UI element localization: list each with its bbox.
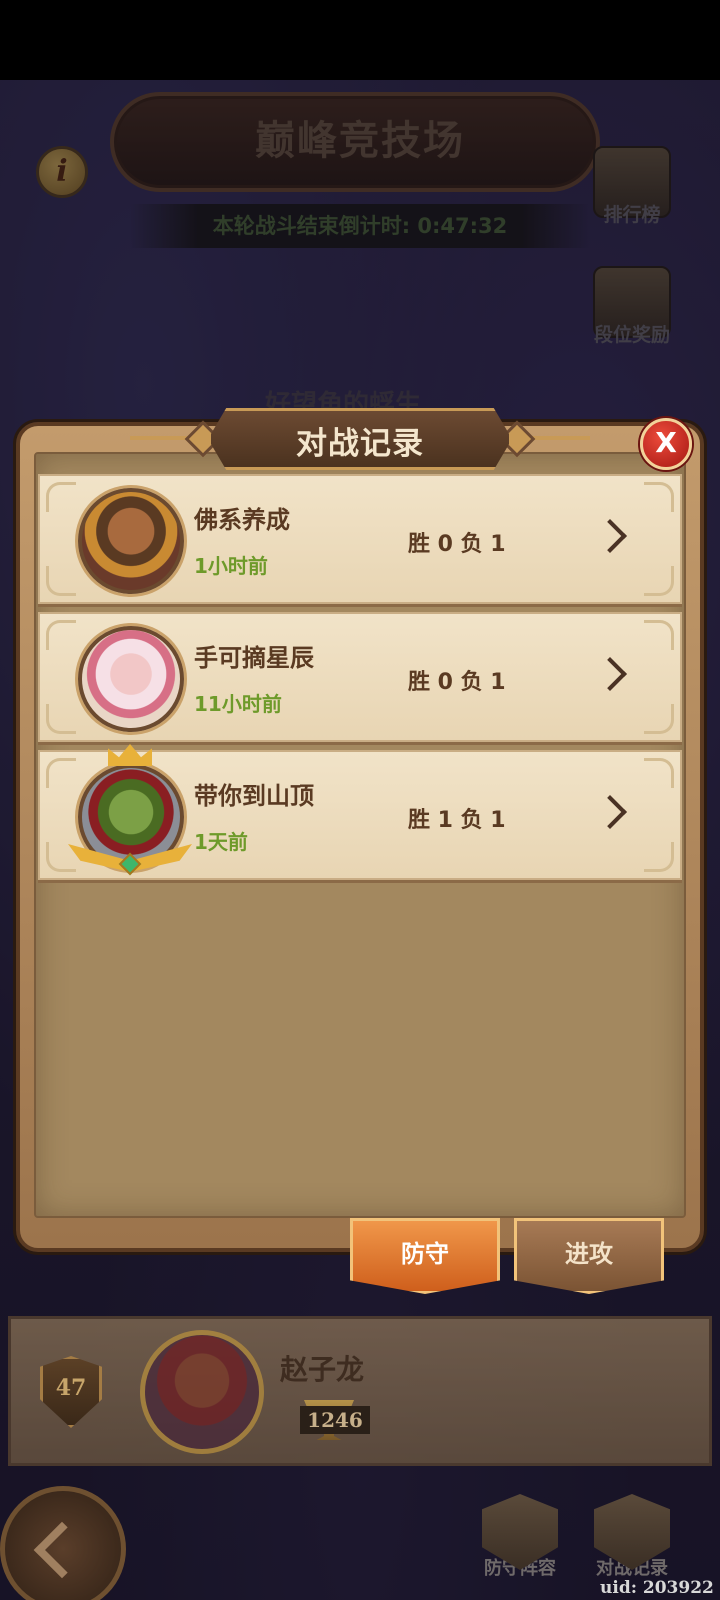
battle-record-row[interactable]: 手可摘星辰 11小时前 胜 0 负 1 xyxy=(38,612,682,742)
opponent-avatar xyxy=(78,626,184,732)
player-info-strip xyxy=(8,1316,712,1466)
chevron-right-icon[interactable] xyxy=(593,657,627,691)
user-id: uid: 203922 xyxy=(600,1578,714,1598)
opponent-avatar xyxy=(78,488,184,594)
corner-ornament xyxy=(644,566,674,596)
corner-ornament xyxy=(644,842,674,872)
defense-lineup-button[interactable]: 防守阵容 xyxy=(470,1494,570,1580)
gem-icon xyxy=(118,852,142,876)
opponent-name: 佛系养成 xyxy=(194,506,290,534)
corner-ornament xyxy=(46,482,76,512)
corner-ornament xyxy=(46,566,76,596)
record-time: 1小时前 xyxy=(194,554,268,578)
battle-record-row[interactable]: 佛系养成 1小时前 胜 0 负 1 xyxy=(38,474,682,604)
close-button[interactable]: X xyxy=(640,418,692,470)
tab-defend[interactable]: 防守 xyxy=(350,1218,500,1294)
battle-record-row[interactable]: 带你到山顶 1天前 胜 1 负 1 xyxy=(38,744,682,880)
corner-ornament xyxy=(644,482,674,512)
record-time: 11小时前 xyxy=(194,692,282,716)
gold-rank-frame-icon xyxy=(68,744,192,884)
player-avatar xyxy=(140,1330,264,1454)
win-loss-score: 胜 0 负 1 xyxy=(408,670,506,695)
corner-ornament xyxy=(644,758,674,788)
dialog-title: 对战记录 xyxy=(296,426,424,462)
chevron-right-icon[interactable] xyxy=(593,795,627,829)
win-loss-score: 胜 0 负 1 xyxy=(408,532,506,557)
corner-ornament xyxy=(644,704,674,734)
record-time: 1天前 xyxy=(194,830,248,854)
chevron-right-icon[interactable] xyxy=(593,519,627,553)
corner-ornament xyxy=(46,620,76,650)
player-name: 赵子龙 xyxy=(280,1353,365,1386)
corner-ornament xyxy=(46,704,76,734)
battle-record-button[interactable]: 对战记录 xyxy=(582,1494,682,1580)
win-loss-score: 胜 1 负 1 xyxy=(408,808,506,833)
opponent-name: 手可摘星辰 xyxy=(194,644,314,672)
status-bar xyxy=(0,0,720,80)
tab-attack[interactable]: 进攻 xyxy=(514,1218,664,1294)
opponent-name: 带你到山顶 xyxy=(194,782,314,810)
trophy-count: 1246 xyxy=(300,1406,370,1434)
corner-ornament xyxy=(644,620,674,650)
crown-icon xyxy=(108,744,152,766)
player-level: 47 xyxy=(55,1375,87,1401)
